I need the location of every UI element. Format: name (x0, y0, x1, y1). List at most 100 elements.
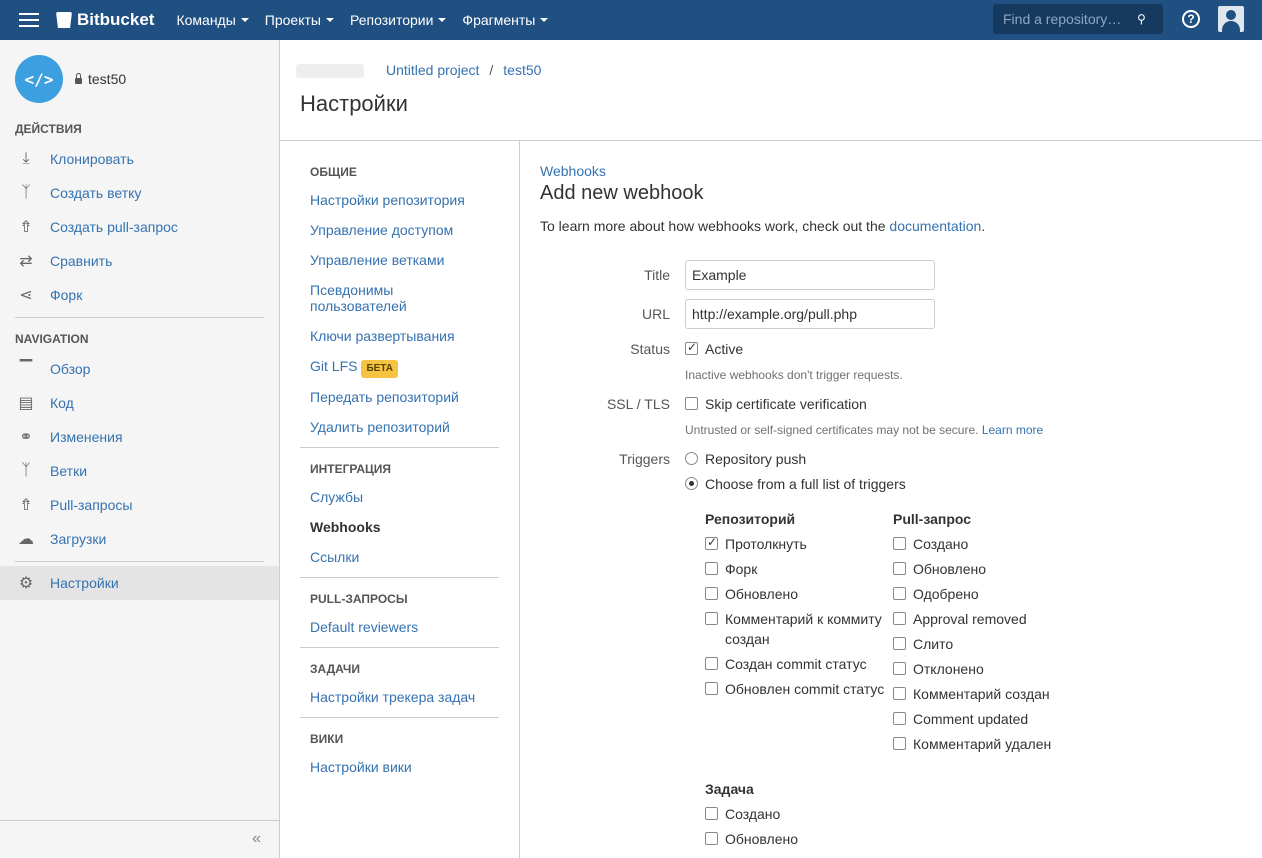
search-input[interactable] (1001, 10, 1133, 28)
repo-header: </> test50 (15, 55, 126, 103)
sidebar-item-create-pull-request[interactable]: ⇮ Создать pull-запрос (0, 210, 279, 244)
trigger-repo-commit-status-updated-checkbox[interactable] (705, 682, 718, 695)
user-avatar[interactable] (1218, 6, 1244, 32)
settings-nav-services[interactable]: Службы (310, 489, 510, 505)
settings-nav-heading-wiki: ВИКИ (310, 732, 344, 746)
sidebar-item-overview[interactable]: ▔ Обзор (0, 352, 279, 386)
search-icon[interactable]: ⚲ (1137, 12, 1146, 26)
repository-triggers-title: Репозиторий (705, 511, 796, 527)
trigger-pr-updated-checkbox[interactable] (893, 562, 906, 575)
nav-projects[interactable]: Проекты (265, 12, 334, 28)
settings-nav-user-aliases[interactable]: Псевдонимы пользователей (310, 282, 440, 314)
learn-more-link[interactable]: Learn more (982, 423, 1043, 437)
downloads-icon: ☁ (18, 531, 34, 548)
nav-teams[interactable]: Команды (176, 12, 249, 28)
collapse-sidebar-icon[interactable]: « (252, 830, 261, 848)
trigger-repo-commit-comment-checkbox[interactable] (705, 612, 718, 625)
help-icon[interactable]: ? (1182, 10, 1200, 28)
settings-nav-wiki-settings[interactable]: Настройки вики (310, 759, 510, 775)
settings-nav-issue-tracker[interactable]: Настройки трекера задач (310, 689, 510, 705)
nav-snippets[interactable]: Фрагменты (462, 12, 549, 28)
sidebar-item-fork[interactable]: ⋖ Форк (0, 278, 279, 312)
gear-icon: ⚙ (18, 575, 34, 592)
settings-nav-default-reviewers[interactable]: Default reviewers (310, 619, 510, 635)
repo-avatar[interactable]: </> (15, 55, 63, 103)
chevron-down-icon (540, 18, 549, 22)
breadcrumb-project[interactable]: Untitled project (386, 62, 479, 78)
repository-search: ⚲ (993, 4, 1163, 34)
intro-text: To learn more about how webhooks work, c… (540, 218, 985, 234)
settings-nav-access-management[interactable]: Управление доступом (310, 222, 510, 238)
repo-name-label: test50 (88, 71, 127, 87)
sidebar-item-label: Создать ветку (50, 185, 142, 201)
ssl-label: SSL / TLS (606, 396, 670, 412)
skip-cert-label: Skip certificate verification (705, 396, 867, 412)
active-checkbox[interactable] (685, 340, 698, 355)
trigger-repo-fork-checkbox[interactable] (705, 562, 718, 575)
full-list-radio[interactable] (685, 477, 698, 490)
fork-icon: ⋖ (19, 287, 33, 304)
settings-nav-heading-pull-requests: PULL-ЗАПРОСЫ (310, 592, 408, 606)
repository-push-label: Repository push (705, 451, 807, 467)
sidebar-item-source[interactable]: ▤ Код (0, 386, 279, 420)
trigger-pr-declined-checkbox[interactable] (893, 662, 906, 675)
sidebar-item-downloads[interactable]: ☁ Загрузки (0, 522, 279, 556)
sidebar-item-label: Ветки (50, 463, 88, 479)
settings-nav-divider (300, 717, 499, 718)
trigger-pr-created-checkbox[interactable] (893, 537, 906, 550)
settings-nav-delete-repo[interactable]: Удалить репозиторий (310, 419, 510, 435)
sidebar-item-commits[interactable]: ⚭ Изменения (0, 420, 279, 454)
trigger-pr-comment-deleted-checkbox[interactable] (893, 737, 906, 750)
page-title: Настройки (300, 91, 408, 116)
settings-nav-deploy-keys[interactable]: Ключи развертывания (310, 328, 510, 344)
trigger-issue-updated-checkbox[interactable] (705, 832, 718, 845)
trigger-pr-approved-checkbox[interactable] (893, 587, 906, 600)
breadcrumb-repo[interactable]: test50 (503, 62, 541, 78)
repo-name[interactable]: test50 (75, 71, 126, 87)
trigger-label: Отклонено (913, 661, 984, 677)
chevron-down-icon (240, 18, 249, 22)
nav-teams-label: Команды (176, 12, 236, 28)
trigger-pr-comment-updated-checkbox[interactable] (893, 712, 906, 725)
settings-nav-transfer-repo[interactable]: Передать репозиторий (310, 389, 510, 405)
chevron-down-icon (438, 18, 447, 22)
settings-nav-repo-settings[interactable]: Настройки репозитория (310, 192, 510, 208)
beta-badge: БЕТА (361, 360, 399, 378)
settings-nav-webhooks[interactable]: Webhooks (310, 519, 510, 535)
settings-nav-links[interactable]: Ссылки (310, 549, 510, 565)
trigger-repo-push-checkbox[interactable] (705, 535, 718, 550)
trigger-repo-commit-status-created-checkbox[interactable] (705, 657, 718, 670)
url-field[interactable] (685, 299, 935, 329)
sidebar-item-branches[interactable]: ᛉ Ветки (0, 454, 279, 488)
sidebar-item-settings[interactable]: ⚙ Настройки (0, 566, 279, 600)
settings-nav-divider (300, 577, 499, 578)
sidebar-item-create-branch[interactable]: ᛉ Создать ветку (0, 176, 279, 210)
trigger-repo-updated-checkbox[interactable] (705, 587, 718, 600)
settings-nav-git-lfs[interactable]: Git LFS БЕТА (310, 358, 510, 378)
sidebar-item-clone[interactable]: ⤓ Клонировать (0, 142, 279, 176)
sidebar-item-pull-requests[interactable]: ⇮ Pull-запросы (0, 488, 279, 522)
repository-push-radio[interactable] (685, 452, 698, 465)
trigger-issue-created-checkbox[interactable] (705, 807, 718, 820)
status-hint: Inactive webhooks don't trigger requests… (685, 368, 903, 382)
skip-cert-checkbox[interactable] (685, 397, 698, 410)
documentation-link[interactable]: documentation (889, 218, 981, 234)
bitbucket-logo[interactable]: Bitbucket (56, 10, 154, 30)
sidebar-item-label: Клонировать (50, 151, 134, 167)
webhooks-breadcrumb[interactable]: Webhooks (540, 163, 606, 179)
trigger-pr-comment-created-checkbox[interactable] (893, 687, 906, 700)
settings-nav-branch-management[interactable]: Управление ветками (310, 252, 510, 268)
sidebar-item-compare[interactable]: ⇄ Сравнить (0, 244, 279, 278)
menu-icon[interactable] (19, 13, 39, 27)
sidebar-item-label: Сравнить (50, 253, 113, 269)
project-avatar[interactable] (296, 64, 364, 78)
trigger-label: Создано (725, 806, 781, 822)
pull-requests-icon: ⇮ (19, 497, 33, 514)
overview-icon: ▔ (19, 361, 33, 378)
trigger-pr-approval-removed-checkbox[interactable] (893, 612, 906, 625)
trigger-label: Протолкнуть (725, 536, 807, 552)
nav-repositories[interactable]: Репозитории (350, 12, 447, 28)
trigger-pr-merged-checkbox[interactable] (893, 637, 906, 650)
status-label: Status (630, 341, 670, 357)
title-field[interactable] (685, 260, 935, 290)
